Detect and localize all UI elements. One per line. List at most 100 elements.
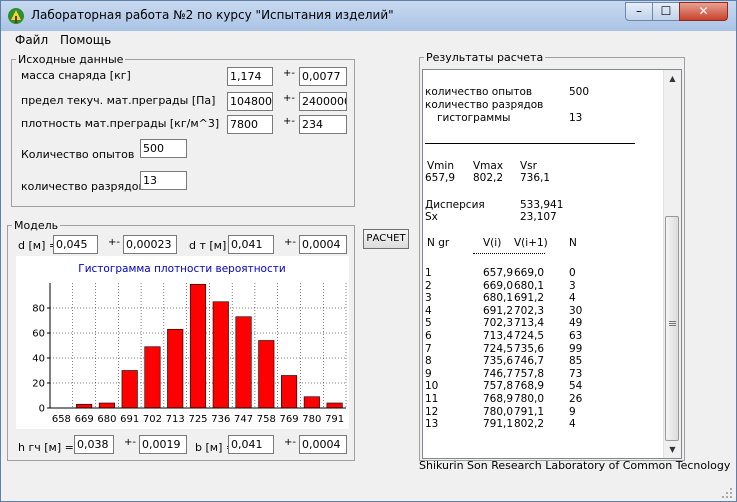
res-cell-r2-c4: 3 xyxy=(569,279,576,292)
results-textarea[interactable]: количество опытов 500 количество разрядо… xyxy=(422,69,682,459)
res-cell-r13-c2: 791,1 xyxy=(483,418,514,431)
calculate-button[interactable]: РАСЧЕТ xyxy=(363,229,409,249)
x-tick-label: 702 xyxy=(143,414,162,425)
bar-769 xyxy=(281,375,298,409)
b-tolerance-input[interactable]: 0,0004 xyxy=(299,435,347,454)
res-cell-r5-c3: 713,4 xyxy=(514,317,545,330)
res-cell-r5-c4: 49 xyxy=(569,317,583,330)
b-input[interactable]: 0,041 xyxy=(228,435,274,454)
h-label: h гч [м] = xyxy=(18,441,74,454)
res-cell-r10-c1: 10 xyxy=(425,380,439,393)
maximize-button[interactable]: ☐ xyxy=(652,2,680,21)
res-bins-label-1: количество разрядов xyxy=(425,99,544,111)
x-tick-label: 769 xyxy=(280,414,299,425)
res-cell-r2-c2: 669,0 xyxy=(483,279,514,292)
y-tick-label: 20 xyxy=(32,379,45,390)
yield-tolerance-input[interactable]: 2400000 xyxy=(299,92,347,111)
res-cell-r11-c4: 26 xyxy=(569,393,583,405)
size-grip-icon[interactable] xyxy=(721,487,733,499)
h-input[interactable]: 0,038 xyxy=(74,435,114,454)
bar-736 xyxy=(212,301,229,409)
experiments-input[interactable]: 500 xyxy=(140,139,187,158)
x-tick-label: 691 xyxy=(120,414,139,425)
res-cell-r5-c1: 5 xyxy=(425,317,432,330)
res-cell-r13-c4: 4 xyxy=(569,418,576,431)
res-cell-r1-c1: 1 xyxy=(425,267,432,279)
scroll-thumb[interactable] xyxy=(665,216,679,441)
mass-tolerance-input[interactable]: 0,0077 xyxy=(299,67,347,86)
scroll-up-arrow-icon[interactable]: ▲ xyxy=(664,70,681,87)
res-cell-r3-c3: 691,2 xyxy=(514,292,545,305)
d-tolerance-input[interactable]: 0,00023 xyxy=(123,235,177,254)
yield-input[interactable]: 1048000 xyxy=(227,92,273,111)
res-cell-r8-c4: 85 xyxy=(569,355,583,368)
menu-file[interactable]: Файл xyxy=(15,33,48,47)
res-table-underline xyxy=(473,253,545,254)
x-tick-label: 780 xyxy=(302,414,321,425)
results-group-title: Результаты расчета xyxy=(426,51,544,64)
close-button[interactable]: ✕ xyxy=(679,2,728,21)
minimize-button[interactable]: – xyxy=(625,2,653,21)
yield-pm: +- xyxy=(283,93,295,104)
res-cell-r7-c4: 99 xyxy=(569,342,583,355)
bar-780 xyxy=(303,396,320,409)
res-cell-r5-c2: 702,3 xyxy=(483,317,514,330)
x-tick-label: 680 xyxy=(97,414,116,425)
res-cell-r3-c2: 680,1 xyxy=(483,292,514,305)
density-input[interactable]: 7800 xyxy=(227,115,273,134)
res-cell-r9-c2: 746,7 xyxy=(483,367,514,380)
footer-credit: Shikurin Son Research Laboratory of Comm… xyxy=(419,459,731,472)
bins-input[interactable]: 13 xyxy=(140,171,187,190)
res-col-n: N xyxy=(569,237,577,249)
bins-label: количество разрядов xyxy=(21,180,145,193)
bar-680 xyxy=(98,402,115,409)
scroll-down-arrow-icon[interactable]: ▼ xyxy=(664,441,681,458)
res-vmax-header: Vmax xyxy=(473,160,504,172)
histogram-chart: Гистограмма плотности вероятности 0 20 40 6… xyxy=(16,256,349,429)
bar-691 xyxy=(121,370,138,409)
res-col-vi1: V(i+1) xyxy=(514,237,548,249)
d-input[interactable]: 0,045 xyxy=(53,235,98,254)
bar-702 xyxy=(144,346,161,409)
bar-713 xyxy=(167,328,184,409)
res-cell-r2-c1: 2 xyxy=(425,279,432,292)
bar-747 xyxy=(235,316,252,409)
x-tick-label: 713 xyxy=(166,414,185,425)
x-tick-label: 736 xyxy=(211,414,230,425)
res-cell-r3-c4: 4 xyxy=(569,292,576,305)
res-cell-r13-c1: 13 xyxy=(425,418,439,431)
bar-669 xyxy=(76,403,93,409)
y-tick-label: 40 xyxy=(32,354,45,365)
res-separator xyxy=(425,143,635,144)
res-cell-r7-c1: 7 xyxy=(425,342,432,355)
density-tolerance-input[interactable]: 234 xyxy=(299,115,347,134)
title-bar[interactable]: Лабораторная работа №2 по курсу "Испытан… xyxy=(1,1,736,31)
density-pm: +- xyxy=(283,116,295,127)
h-tolerance-input[interactable]: 0,0019 xyxy=(139,435,187,454)
mass-label: масса снаряда [кг] xyxy=(21,69,131,82)
x-tick-label: 658 xyxy=(52,414,71,425)
res-cell-r13-c3: 802,2 xyxy=(514,418,545,431)
x-tick-label: 725 xyxy=(188,414,207,425)
res-col-ngr: N gr xyxy=(427,237,450,249)
b-pm: +- xyxy=(284,437,296,448)
dt-tolerance-input[interactable]: 0,0004 xyxy=(299,235,347,254)
res-vmin-value: 657,9 xyxy=(425,172,456,184)
res-cell-r9-c1: 9 xyxy=(425,367,432,380)
results-scrollbar[interactable]: ▲ ▼ xyxy=(663,70,681,458)
mass-input[interactable]: 1,174 xyxy=(227,67,273,86)
menu-help[interactable]: Помощь xyxy=(60,33,111,47)
model-group-title: Модель xyxy=(14,219,59,232)
y-tick-label: 0 xyxy=(39,404,45,415)
client-area: Исходные данные масса снаряда [кг] 1,174… xyxy=(2,49,735,501)
scroll-grip-line xyxy=(669,323,676,324)
res-cell-r6-c2: 713,4 xyxy=(483,330,514,342)
density-label: плотность мат.преграды [кг/м^3] xyxy=(21,117,220,130)
res-cell-r8-c3: 746,7 xyxy=(514,355,545,368)
res-cell-r12-c2: 780,0 xyxy=(483,405,514,418)
chart-x-tick-labels: 658 669 680 691 702 713 725 736 747 758 769 780 791 xyxy=(52,414,344,425)
res-cell-r4-c2: 691,2 xyxy=(483,304,514,317)
res-cell-r2-c3: 680,1 xyxy=(514,279,545,292)
dt-input[interactable]: 0,041 xyxy=(228,235,274,254)
res-col-vi: V(i) xyxy=(483,237,502,249)
